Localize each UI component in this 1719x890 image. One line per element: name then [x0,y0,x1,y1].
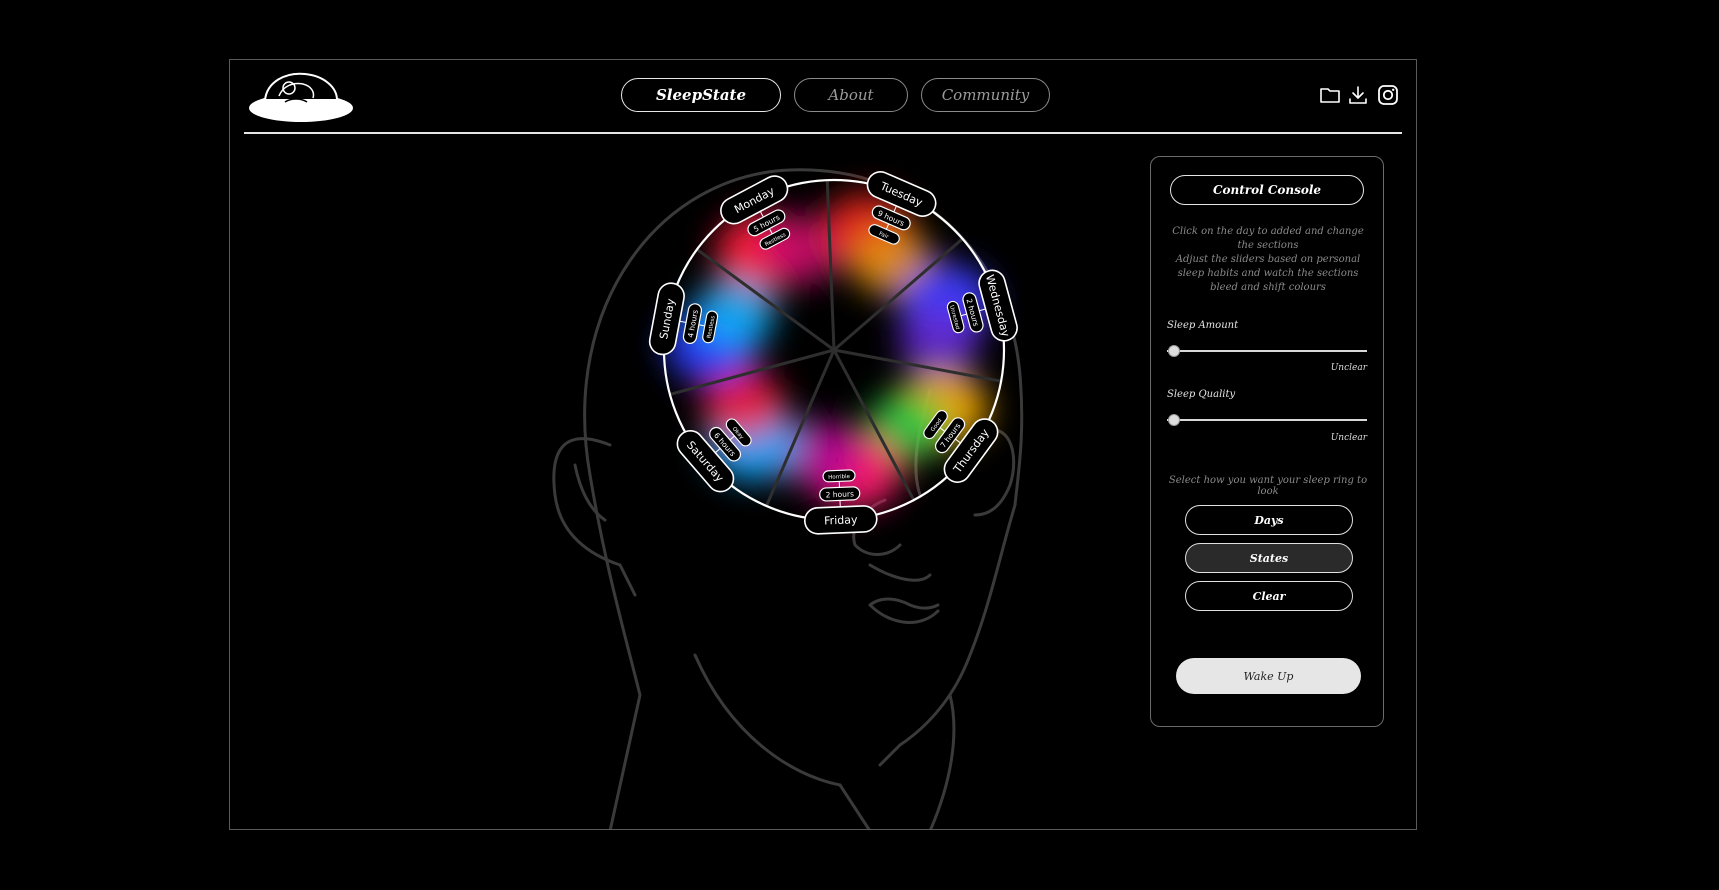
sleep-quality-label: Sleep Quality [1167,389,1236,400]
sleep-quality-slider[interactable] [1167,414,1367,426]
console-title[interactable]: Control Console [1170,175,1364,205]
hint-line-1: Click on the day to added and change the… [1172,226,1364,251]
nav-community[interactable]: Community [921,78,1050,112]
hours-label: 2 hours [825,489,854,499]
sleeping-person-logo[interactable] [245,66,355,126]
sleep-quality-handle[interactable] [1168,414,1180,426]
states-button[interactable]: States [1185,543,1353,573]
days-button[interactable]: Days [1185,505,1353,535]
sleep-amount-value: Unclear [1330,363,1367,373]
sleep-quality-track[interactable] [1167,419,1367,421]
hint-line-2: Adjust the sliders based on personal sle… [1175,254,1361,293]
day-label-friday: Friday [824,513,858,527]
wake-up-button[interactable]: Wake Up [1176,658,1361,694]
sleep-amount-label: Sleep Amount [1167,320,1239,331]
app-frame: SleepState About Community Monday 5 hour… [229,59,1417,830]
sleep-quality-value: Unclear [1330,433,1367,443]
quality-label: Horrible [828,474,851,481]
control-console: Control Console Click on the day to adde… [1150,156,1384,727]
sleep-ring: Monday5 hoursRestlessTuesday9 hoursFairW… [648,171,1018,535]
console-hint: Click on the day to added and change the… [1169,225,1367,295]
ring-style-hint: Select how you want your sleep ring to l… [1168,475,1368,497]
sleep-amount-track[interactable] [1167,350,1367,352]
header-divider [244,132,1402,134]
sleep-amount-slider[interactable] [1167,345,1367,357]
nav-sleepstate[interactable]: SleepState [621,78,781,112]
instagram-icon[interactable] [1377,84,1399,106]
folder-icon[interactable] [1319,84,1341,106]
clear-button[interactable]: Clear [1185,581,1353,611]
nav-about[interactable]: About [794,78,908,112]
download-icon[interactable] [1347,84,1369,106]
sleep-amount-handle[interactable] [1168,345,1180,357]
